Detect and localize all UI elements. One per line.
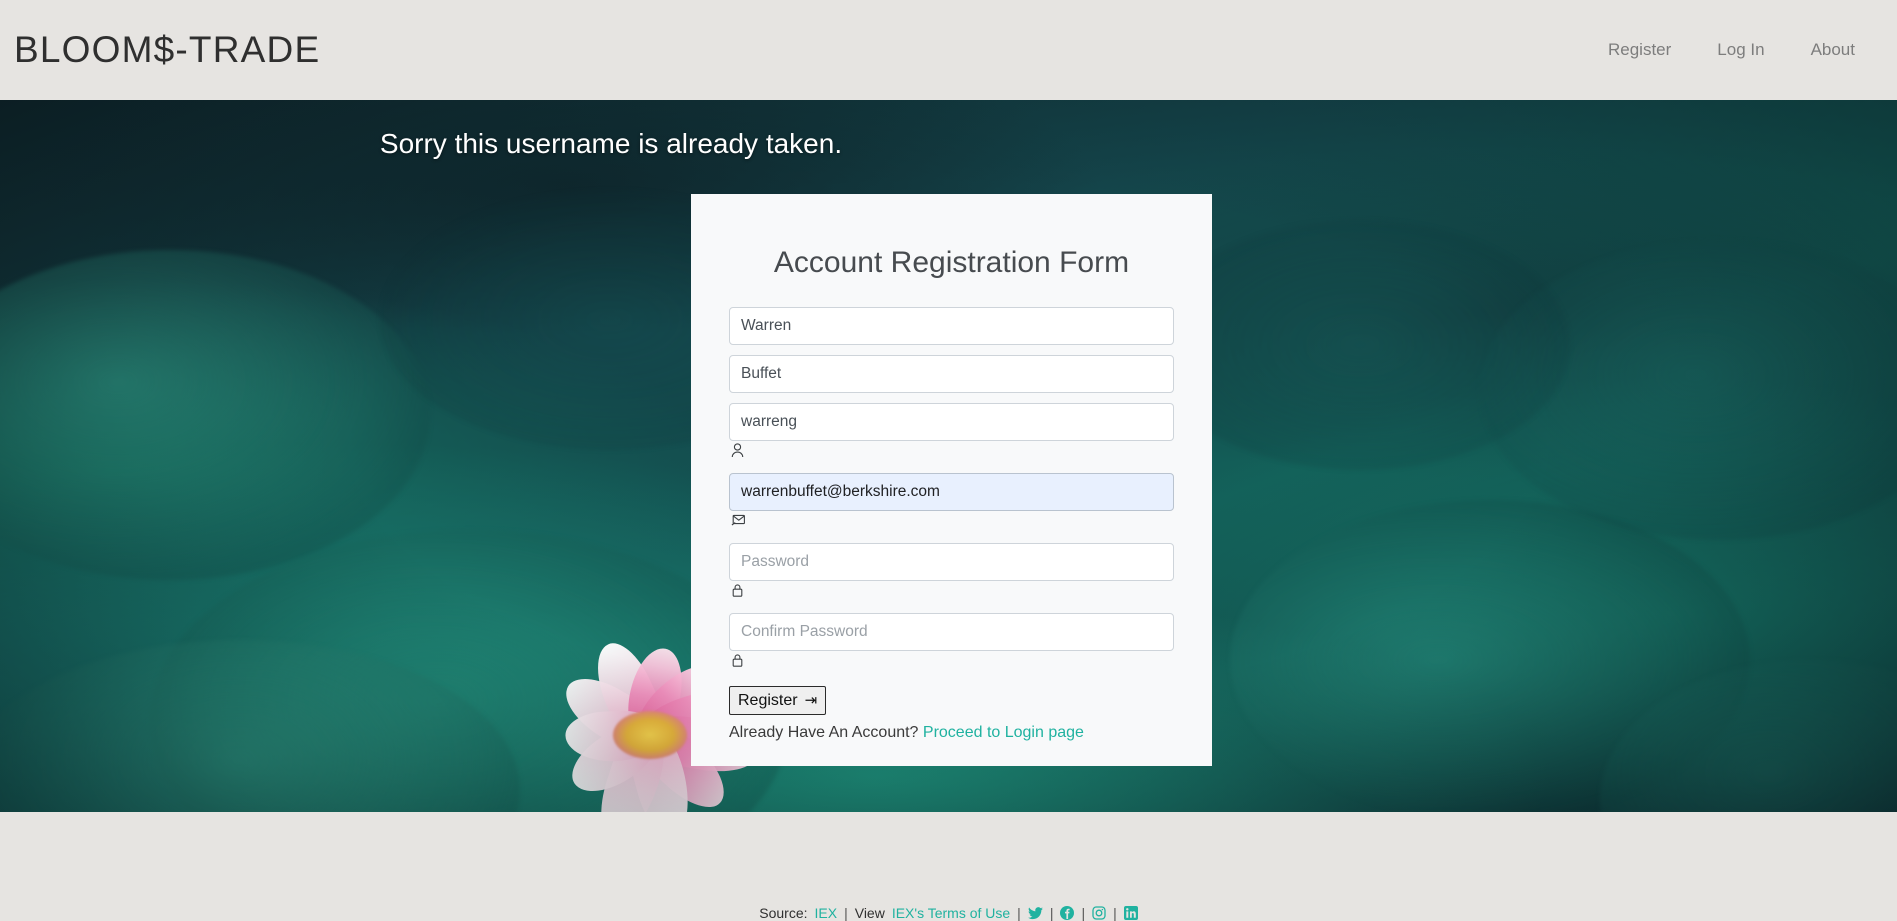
page-footer: Source: IEX | View IEX's Terms of Use | … (0, 812, 1897, 921)
footer-separator: | (844, 905, 848, 921)
last-name-input[interactable] (729, 355, 1174, 393)
footer-separator: | (1113, 905, 1117, 921)
username-input[interactable] (729, 403, 1174, 441)
iex-source-link[interactable]: IEX (815, 905, 838, 921)
username-taken-alert: Sorry this username is already taken. (379, 128, 843, 159)
last-name-row (729, 355, 1174, 393)
login-prompt-text: Already Have An Account? (729, 724, 919, 741)
footer-separator: | (1081, 905, 1086, 921)
register-button-label: Register (738, 691, 798, 709)
email-row (729, 473, 1174, 533)
source-label: Source: (759, 905, 808, 921)
nav-links: Register Log In About (1608, 40, 1879, 60)
login-prompt-line: Already Have An Account? Proceed to Logi… (729, 724, 1174, 742)
proceed-to-login-link[interactable]: Proceed to Login page (923, 724, 1084, 741)
footer-content: Source: IEX | View IEX's Terms of Use | … (759, 905, 1138, 921)
envelope-icon (731, 513, 1174, 533)
nav-item-register[interactable]: Register (1608, 40, 1671, 60)
footer-separator: | (1049, 905, 1054, 921)
sign-in-arrow-icon: ⇥ (804, 692, 818, 709)
confirm-password-input[interactable] (729, 613, 1174, 651)
password-input[interactable] (729, 543, 1174, 581)
email-input[interactable] (729, 473, 1174, 511)
password-row (729, 543, 1174, 603)
hero-section: Sorry this username is already taken. Ac… (0, 100, 1897, 812)
instagram-icon[interactable] (1092, 906, 1106, 920)
registration-card: Account Registration Form Warren Buffet … (691, 194, 1212, 766)
first-name-row (729, 307, 1174, 345)
twitter-icon[interactable] (1027, 906, 1043, 920)
lock-icon (731, 583, 1174, 603)
register-submit-button[interactable]: Register ⇥ (729, 686, 827, 715)
view-label: View (854, 905, 885, 921)
first-name-input[interactable] (729, 307, 1174, 345)
facebook-icon[interactable] (1060, 906, 1075, 920)
brand-logo[interactable]: BLOOM$-TRADE (14, 29, 320, 71)
person-icon (731, 443, 1174, 463)
lock-icon (731, 653, 1174, 673)
confirm-password-row (729, 613, 1174, 673)
nav-item-about[interactable]: About (1811, 40, 1855, 60)
form-title: Account Registration Form (773, 246, 1130, 279)
nav-item-login[interactable]: Log In (1717, 40, 1764, 60)
top-navbar: BLOOM$-TRADE Register Log In About (0, 0, 1897, 100)
iex-terms-link[interactable]: IEX's Terms of Use (892, 905, 1010, 921)
username-row (729, 403, 1174, 463)
footer-separator: | (1017, 905, 1021, 921)
linkedin-icon[interactable] (1123, 906, 1138, 920)
registration-form: Register ⇥ Already Have An Account? Proc… (729, 307, 1174, 742)
